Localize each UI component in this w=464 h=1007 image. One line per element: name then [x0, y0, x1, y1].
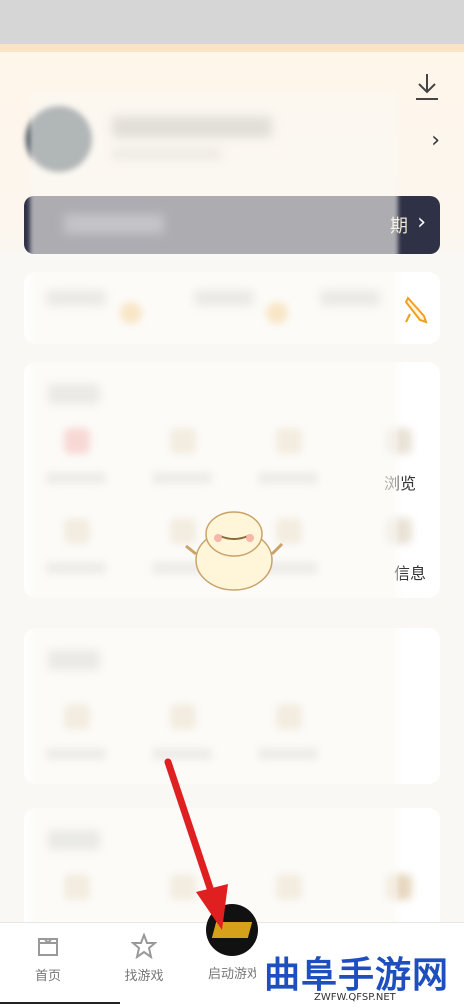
- my-page: › 期 › 浏览 信息: [0, 44, 464, 922]
- chevron-right-icon[interactable]: ›: [431, 128, 440, 153]
- watermark-url: ZWFW.QFSP.NET: [314, 992, 396, 1003]
- game-logo-stripe: [211, 922, 253, 938]
- pencil-icon[interactable]: [404, 294, 430, 324]
- star-icon: [131, 933, 157, 959]
- top-accent-strip: [0, 44, 464, 52]
- status-bar: [0, 0, 464, 44]
- chevron-right-icon[interactable]: ›: [417, 210, 426, 235]
- home-indicator: [0, 1002, 120, 1004]
- home-icon: [38, 938, 58, 956]
- mascot-chick-icon: [185, 511, 284, 591]
- nav-find-game[interactable]: 找游戏: [104, 933, 184, 984]
- nav-home[interactable]: 首页: [8, 933, 88, 984]
- nav-label: 首页: [34, 969, 61, 984]
- watermark-title: 曲阜手游网: [264, 955, 450, 996]
- tool-label: 信息: [394, 564, 427, 583]
- watermark: 曲阜手游网 ZWFW.QFSP.NET: [256, 944, 464, 1006]
- game-avatar[interactable]: [206, 904, 258, 956]
- download-icon[interactable]: [414, 72, 440, 102]
- nav-label: 找游戏: [124, 969, 164, 984]
